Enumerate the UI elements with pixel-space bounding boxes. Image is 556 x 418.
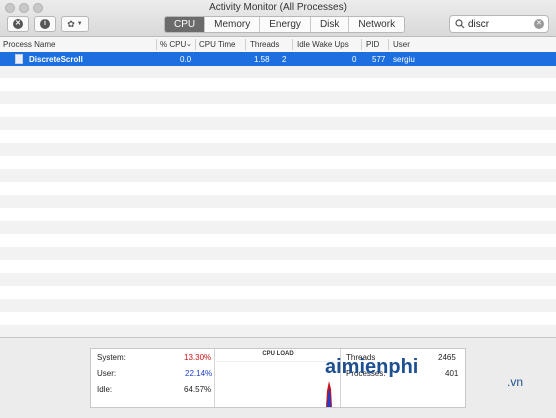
tab-memory[interactable]: Memory [205,17,261,32]
process-name: DiscreteScroll [29,55,83,64]
col-cpu-percent[interactable]: % CPU [160,40,186,49]
system-label: System: [97,353,126,362]
cpu-load-title: CPU LOAD [262,351,294,357]
cpu-load-graph: CPU LOAD [216,351,340,407]
watermark-suffix: .vn [507,375,524,389]
col-process-name[interactable]: Process Name [3,40,55,49]
info-icon: i [40,19,50,29]
cpu-summary-panel: System: 13.30% User: 22.14% Idle: 64.57%… [0,337,556,418]
process-user: sergiu [393,55,415,64]
process-pid: 577 [372,55,386,64]
search-query: discr [468,18,490,30]
window-title: Activity Monitor (All Processes) [209,2,347,13]
table-row[interactable]: DiscreteScroll 0.0 1.58 2 0 577 sergiu [0,52,556,66]
tab-network[interactable]: Network [349,17,405,32]
view-tabs: CPU Memory Energy Disk Network [164,16,406,33]
process-idle-wake-ups: 0 [352,55,357,64]
close-icon: ✕ [13,19,23,29]
process-cpu: 0.0 [180,55,192,64]
col-threads[interactable]: Threads [250,40,279,49]
col-pid[interactable]: PID [366,40,379,49]
app-icon [15,54,23,64]
inspect-process-button[interactable]: i [34,16,56,32]
process-threads: 2 [282,55,287,64]
col-idle-wake-ups[interactable]: Idle Wake Ups [297,40,349,49]
tab-energy[interactable]: Energy [260,17,311,32]
clear-search-icon[interactable]: ✕ [534,19,544,29]
action-menu-button[interactable]: ✿ ▼ [61,16,89,32]
threads-value: 2465 [438,353,456,362]
system-value: 13.30% [184,353,212,362]
idle-value: 64.57% [184,385,212,394]
search-icon [455,19,465,29]
cpu-load-chart [216,360,340,407]
watermark-logo: aimienphi [325,356,419,378]
quit-process-button[interactable]: ✕ [7,16,29,32]
user-label: User: [97,369,117,378]
idle-label: Idle: [97,385,113,394]
processes-value: 401 [445,369,459,378]
process-table: DiscreteScroll 0.0 1.58 2 0 577 sergiu [0,52,556,337]
sort-chevron-icon: ⌄ [186,41,192,48]
chevron-down-icon: ▼ [76,21,83,27]
column-headers: Process Name % CPU ⌄ CPU Time Threads Id… [0,37,556,53]
col-cpu-time[interactable]: CPU Time [199,40,235,49]
tab-disk[interactable]: Disk [310,17,350,32]
gear-icon: ✿ [67,18,75,29]
search-input[interactable]: discr ✕ [449,15,549,33]
toolbar: Activity Monitor (All Processes) ✕ i ✿ ▼ … [0,0,556,37]
process-cpu-time: 1.58 [254,55,270,64]
user-value: 22.14% [185,369,213,378]
tab-cpu[interactable]: CPU [165,17,206,32]
col-user[interactable]: User [393,40,410,49]
